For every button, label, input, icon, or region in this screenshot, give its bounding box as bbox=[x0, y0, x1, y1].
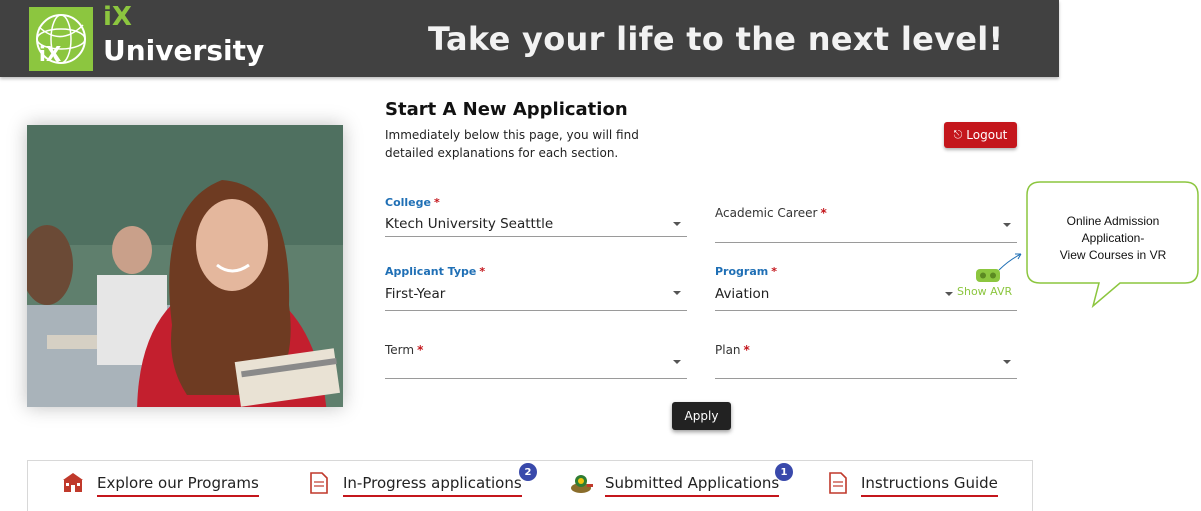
globe-logo-icon: iX bbox=[36, 14, 86, 66]
show-avr-button[interactable]: Show AVR bbox=[944, 268, 1018, 300]
page-title: Start A New Application bbox=[385, 99, 628, 120]
chevron-down-icon bbox=[673, 291, 681, 295]
logout-label: Logout bbox=[966, 128, 1008, 142]
brand-short: iX bbox=[103, 2, 132, 32]
school-building-icon bbox=[63, 473, 83, 492]
academic-career-label: Academic Career * bbox=[715, 206, 827, 220]
academic-career-select[interactable]: Academic Career * bbox=[715, 206, 1017, 243]
chevron-down-icon bbox=[945, 292, 953, 296]
college-select[interactable]: College * Ktech University Seatttle bbox=[385, 196, 687, 237]
applicant-type-label: Applicant Type * bbox=[385, 265, 486, 278]
university-logo[interactable]: iX bbox=[29, 7, 93, 71]
logout-icon: ⎋ bbox=[953, 128, 963, 141]
logout-button[interactable]: ⎋ Logout bbox=[944, 122, 1017, 148]
header-tagline: Take your life to the next level! bbox=[428, 20, 1004, 58]
submit-stamp-icon bbox=[571, 475, 593, 493]
apply-button[interactable]: Apply bbox=[672, 402, 731, 430]
program-label: Program * bbox=[715, 265, 777, 278]
applicant-type-value: First-Year bbox=[385, 286, 446, 302]
svg-text:iX: iX bbox=[39, 42, 62, 66]
college-label: College * bbox=[385, 196, 440, 209]
show-avr-label: Show AVR bbox=[957, 285, 1013, 298]
chevron-down-icon bbox=[673, 222, 681, 226]
nav-label: Instructions Guide bbox=[861, 474, 998, 497]
guide-document-icon bbox=[829, 472, 847, 494]
applicant-type-select[interactable]: Applicant Type * First-Year bbox=[385, 265, 687, 311]
callout-arrow-icon bbox=[998, 253, 1022, 271]
callout-text: Online Admission Application- View Cours… bbox=[1059, 214, 1167, 262]
nav-label: Explore our Programs bbox=[97, 474, 259, 497]
term-select[interactable]: Term * bbox=[385, 343, 687, 379]
chevron-down-icon bbox=[1003, 360, 1011, 364]
program-value: Aviation bbox=[715, 286, 770, 302]
student-photo bbox=[27, 125, 343, 407]
document-icon bbox=[310, 472, 328, 494]
nav-label: In-Progress applications bbox=[343, 474, 522, 497]
in-progress-count-badge: 2 bbox=[519, 463, 537, 481]
plan-select[interactable]: Plan * bbox=[715, 343, 1017, 379]
plan-label: Plan * bbox=[715, 343, 750, 357]
nav-label: Submitted Applications bbox=[605, 474, 780, 497]
brand-name: University bbox=[103, 34, 265, 67]
site-header: iX iX University Take your life to the n… bbox=[0, 0, 1059, 77]
page-subtitle: Immediately below this page, you will fi… bbox=[385, 128, 639, 160]
chevron-down-icon bbox=[673, 360, 681, 364]
submitted-count-badge: 1 bbox=[775, 463, 793, 481]
college-value: Ktech University Seatttle bbox=[385, 216, 554, 232]
chevron-down-icon bbox=[1003, 223, 1011, 227]
term-label: Term * bbox=[385, 343, 424, 357]
